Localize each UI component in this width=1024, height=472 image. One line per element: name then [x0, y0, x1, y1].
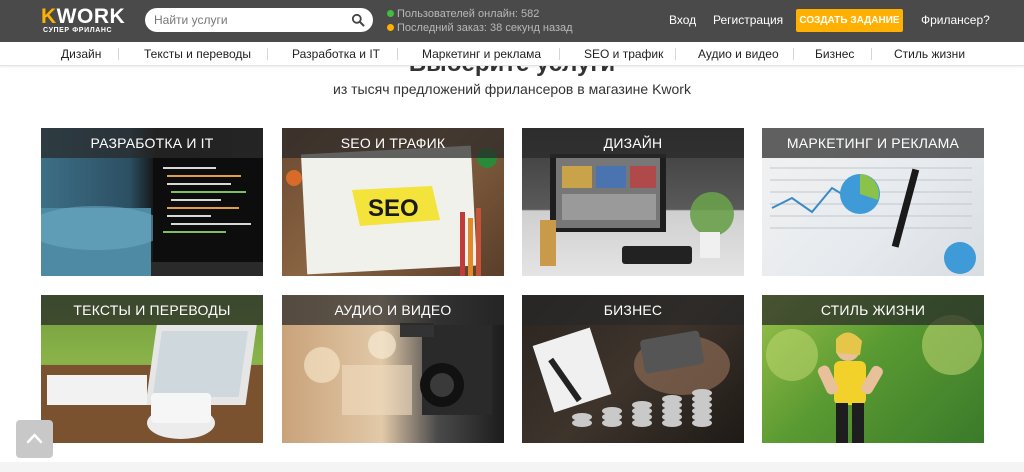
tile-business[interactable]: БИЗНЕС	[522, 295, 744, 443]
category-development[interactable]: Разработка и IT	[292, 42, 380, 66]
online-users-label: Пользователей онлайн: 582	[397, 8, 540, 20]
online-status-dot	[387, 10, 394, 17]
tile-seo[interactable]: SEO SEO И ТРАФИК	[282, 128, 504, 276]
search-icon[interactable]	[351, 13, 365, 27]
last-order-label: Последний заказ: 38 секунд назад	[397, 22, 573, 34]
tile-audio-video[interactable]: АУДИО И ВИДЕО	[282, 295, 504, 443]
last-order: Последний заказ: 38 секунд назад	[387, 21, 573, 35]
category-texts[interactable]: Тексты и переводы	[144, 42, 251, 66]
category-business[interactable]: Бизнес	[815, 42, 854, 66]
scroll-to-top-button[interactable]	[16, 420, 53, 458]
category-divider	[871, 48, 872, 60]
create-task-button[interactable]: СОЗДАТЬ ЗАДАНИЕ	[796, 9, 903, 32]
tile-design[interactable]: ДИЗАЙН	[522, 128, 744, 276]
page-subtitle: из тысяч предложений фрилансеров в магаз…	[333, 81, 691, 97]
site-stats: Пользователей онлайн: 582 Последний зака…	[387, 7, 573, 35]
tile-design-label: ДИЗАЙН	[522, 128, 744, 158]
category-divider	[267, 48, 268, 60]
category-divider	[675, 48, 676, 60]
category-design[interactable]: Дизайн	[61, 42, 101, 66]
last-order-dot	[387, 24, 394, 31]
tile-seo-label: SEO И ТРАФИК	[282, 128, 504, 158]
logo-text: KWORK	[41, 5, 126, 28]
category-divider	[793, 48, 794, 60]
category-lifestyle[interactable]: Стиль жизни	[894, 42, 965, 66]
tile-audio-video-label: АУДИО И ВИДЕО	[282, 295, 504, 325]
tile-lifestyle[interactable]: СТИЛЬ ЖИЗНИ	[762, 295, 984, 443]
tile-business-label: БИЗНЕС	[522, 295, 744, 325]
register-link[interactable]: Регистрация	[713, 0, 783, 42]
category-divider	[559, 48, 560, 60]
tile-marketing-label: МАРКЕТИНГ И РЕКЛАМА	[762, 128, 984, 158]
tile-marketing[interactable]: МАРКЕТИНГ И РЕКЛАМА	[762, 128, 984, 276]
category-seo[interactable]: SEO и трафик	[584, 42, 663, 66]
freelancer-link[interactable]: Фрилансер?	[921, 0, 990, 42]
tile-development[interactable]: РАЗРАБОТКА И IT	[41, 128, 263, 276]
top-header: KWORK СУПЕР ФРИЛАНС Пользователей онлайн…	[0, 0, 1024, 42]
online-users: Пользователей онлайн: 582	[387, 7, 573, 21]
chevron-up-icon	[26, 433, 43, 444]
svg-text:SEO: SEO	[368, 195, 419, 222]
tile-lifestyle-label: СТИЛЬ ЖИЗНИ	[762, 295, 984, 325]
category-nav: Дизайн Тексты и переводы Разработка и IT…	[0, 42, 1024, 66]
login-link[interactable]: Вход	[669, 0, 696, 42]
category-marketing[interactable]: Маркетинг и реклама	[422, 42, 541, 66]
category-divider	[397, 48, 398, 60]
page-footer-edge	[0, 462, 1024, 472]
search-input[interactable]	[145, 8, 350, 32]
category-audio-video[interactable]: Аудио и видео	[698, 42, 779, 66]
tile-texts-label: ТЕКСТЫ И ПЕРЕВОДЫ	[41, 295, 263, 325]
kwork-logo[interactable]: KWORK СУПЕР ФРИЛАНС	[41, 6, 136, 36]
search-box	[145, 8, 373, 32]
tile-texts[interactable]: ТЕКСТЫ И ПЕРЕВОДЫ	[41, 295, 263, 443]
tile-development-label: РАЗРАБОТКА И IT	[41, 128, 263, 158]
category-divider	[118, 48, 119, 60]
logo-tagline: СУПЕР ФРИЛАНС	[43, 27, 113, 34]
